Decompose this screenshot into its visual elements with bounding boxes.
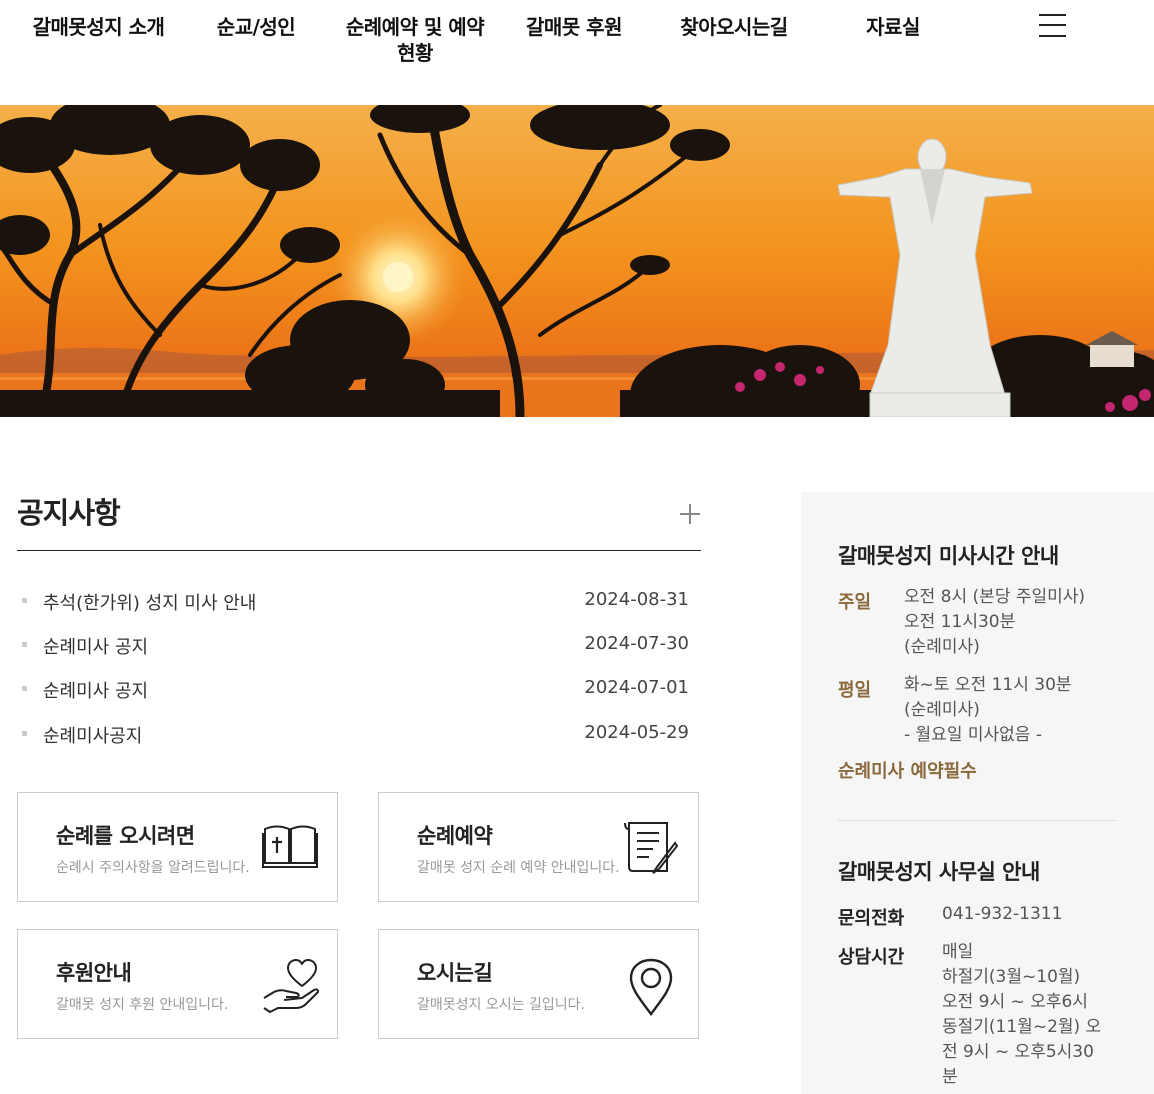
card-pilgrimage-guide[interactable]: 순례를 오시려면 순례시 주의사항을 알려드립니다. bbox=[17, 792, 338, 902]
hours-line: 동절기(11월~2월) 오 bbox=[942, 1017, 1102, 1037]
map-pin-icon bbox=[629, 958, 673, 1016]
phone-label: 문의전화 bbox=[838, 908, 905, 929]
sunday-line: 오전 8시 (본당 주일미사) bbox=[904, 587, 1086, 607]
hours-line: 매일 bbox=[942, 942, 974, 962]
card-title: 순례예약 bbox=[417, 824, 493, 848]
sunday-line: 오전 11시30분 bbox=[904, 612, 1016, 632]
notice-item-title[interactable]: 순례미사 공지 bbox=[43, 633, 148, 659]
nav-item-archive[interactable]: 자료실 bbox=[860, 14, 926, 40]
card-title: 순례를 오시려면 bbox=[56, 824, 195, 848]
notice-item-date: 2024-07-30 bbox=[584, 633, 689, 654]
bible-icon bbox=[262, 825, 318, 868]
card-description: 갈매못 성지 후원 안내입니다. bbox=[56, 997, 229, 1013]
office-hours: 매일 하절기(3월~10월) 오전 9시 ~ 오후6시 동절기(11월~2월) … bbox=[942, 940, 1101, 1090]
notice-item[interactable]: 순례미사 공지 2024-07-30 bbox=[17, 633, 689, 659]
sunday-label: 주일 bbox=[838, 592, 872, 613]
phone-number: 041-932-1311 bbox=[942, 904, 1063, 924]
nav-item-intro[interactable]: 갈매못성지 소개 bbox=[26, 14, 171, 40]
notice-divider bbox=[17, 550, 701, 551]
hours-line: 하절기(3월~10월) bbox=[942, 967, 1081, 987]
weekday-line: (순례미사) bbox=[904, 700, 980, 720]
notice-item-title[interactable]: 순례미사 공지 bbox=[43, 677, 148, 703]
hours-line: 전 9시 ~ 오후5시30 bbox=[942, 1042, 1094, 1062]
notice-item[interactable]: 순례미사 공지 2024-07-01 bbox=[17, 677, 689, 703]
weekday-label: 평일 bbox=[838, 680, 872, 701]
hours-label: 상담시간 bbox=[838, 947, 905, 968]
sunset-statue-image bbox=[0, 105, 1154, 417]
card-description: 갈매못성지 오시는 길입니다. bbox=[417, 997, 585, 1013]
notice-item-title[interactable]: 추석(한가위) 성지 미사 안내 bbox=[43, 589, 256, 615]
weekday-line: 화~토 오전 11시 30분 bbox=[904, 675, 1072, 695]
card-support[interactable]: 후원안내 갈매못 성지 후원 안내입니다. bbox=[17, 929, 338, 1039]
card-title: 오시는길 bbox=[417, 961, 493, 985]
mass-time-title: 갈매못성지 미사시간 안내 bbox=[838, 544, 1059, 568]
hours-line: 오전 9시 ~ 오후6시 bbox=[942, 992, 1088, 1012]
plus-icon[interactable] bbox=[680, 504, 700, 524]
notice-title: 공지사항 bbox=[17, 496, 121, 530]
info-panel: 갈매못성지 미사시간 안내 주일 오전 8시 (본당 주일미사) 오전 11시3… bbox=[801, 492, 1154, 1094]
bullet-icon bbox=[22, 642, 27, 647]
nav-item-reservation[interactable]: 순례예약 및 예약현황 bbox=[340, 14, 490, 66]
office-title: 갈매못성지 사무실 안내 bbox=[838, 860, 1040, 884]
bullet-icon bbox=[22, 598, 27, 603]
notice-item-date: 2024-07-01 bbox=[584, 677, 689, 698]
hero-banner bbox=[0, 105, 1154, 417]
nav-item-martyrs[interactable]: 순교/성인 bbox=[210, 14, 302, 40]
card-description: 순례시 주의사항을 알려드립니다. bbox=[56, 860, 250, 876]
panel-divider bbox=[838, 820, 1117, 821]
reservation-required-note: 순례미사 예약필수 bbox=[838, 761, 977, 782]
document-pen-icon bbox=[624, 822, 679, 874]
notice-item-title[interactable]: 순례미사공지 bbox=[43, 722, 142, 748]
nav-item-directions[interactable]: 찾아오시는길 bbox=[672, 14, 796, 40]
top-navigation: 갈매못성지 소개 순교/성인 순례예약 및 예약현황 갈매못 후원 찾아오시는길… bbox=[0, 0, 1154, 105]
sunday-schedule: 오전 8시 (본당 주일미사) 오전 11시30분 (순례미사) bbox=[904, 585, 1085, 660]
bullet-icon bbox=[22, 686, 27, 691]
card-description: 갈매못 성지 순례 예약 안내입니다. bbox=[417, 860, 620, 876]
heart-hand-icon bbox=[263, 959, 319, 1013]
notice-item-date: 2024-05-29 bbox=[584, 722, 689, 743]
nav-item-support[interactable]: 갈매못 후원 bbox=[520, 14, 628, 40]
hours-line: 분 bbox=[942, 1067, 958, 1087]
hamburger-menu-icon[interactable] bbox=[1039, 14, 1066, 38]
notice-item[interactable]: 추석(한가위) 성지 미사 안내 2024-08-31 bbox=[17, 589, 689, 615]
weekday-line: - 월요일 미사없음 - bbox=[904, 725, 1042, 745]
bullet-icon bbox=[22, 731, 27, 736]
notice-item-date: 2024-08-31 bbox=[584, 589, 689, 610]
weekday-schedule: 화~토 오전 11시 30분 (순례미사) - 월요일 미사없음 - bbox=[904, 673, 1072, 748]
notice-item[interactable]: 순례미사공지 2024-05-29 bbox=[17, 722, 689, 748]
sunday-line: (순례미사) bbox=[904, 637, 980, 657]
card-title: 후원안내 bbox=[56, 961, 132, 985]
card-directions[interactable]: 오시는길 갈매못성지 오시는 길입니다. bbox=[378, 929, 699, 1039]
card-reservation[interactable]: 순례예약 갈매못 성지 순례 예약 안내입니다. bbox=[378, 792, 699, 902]
